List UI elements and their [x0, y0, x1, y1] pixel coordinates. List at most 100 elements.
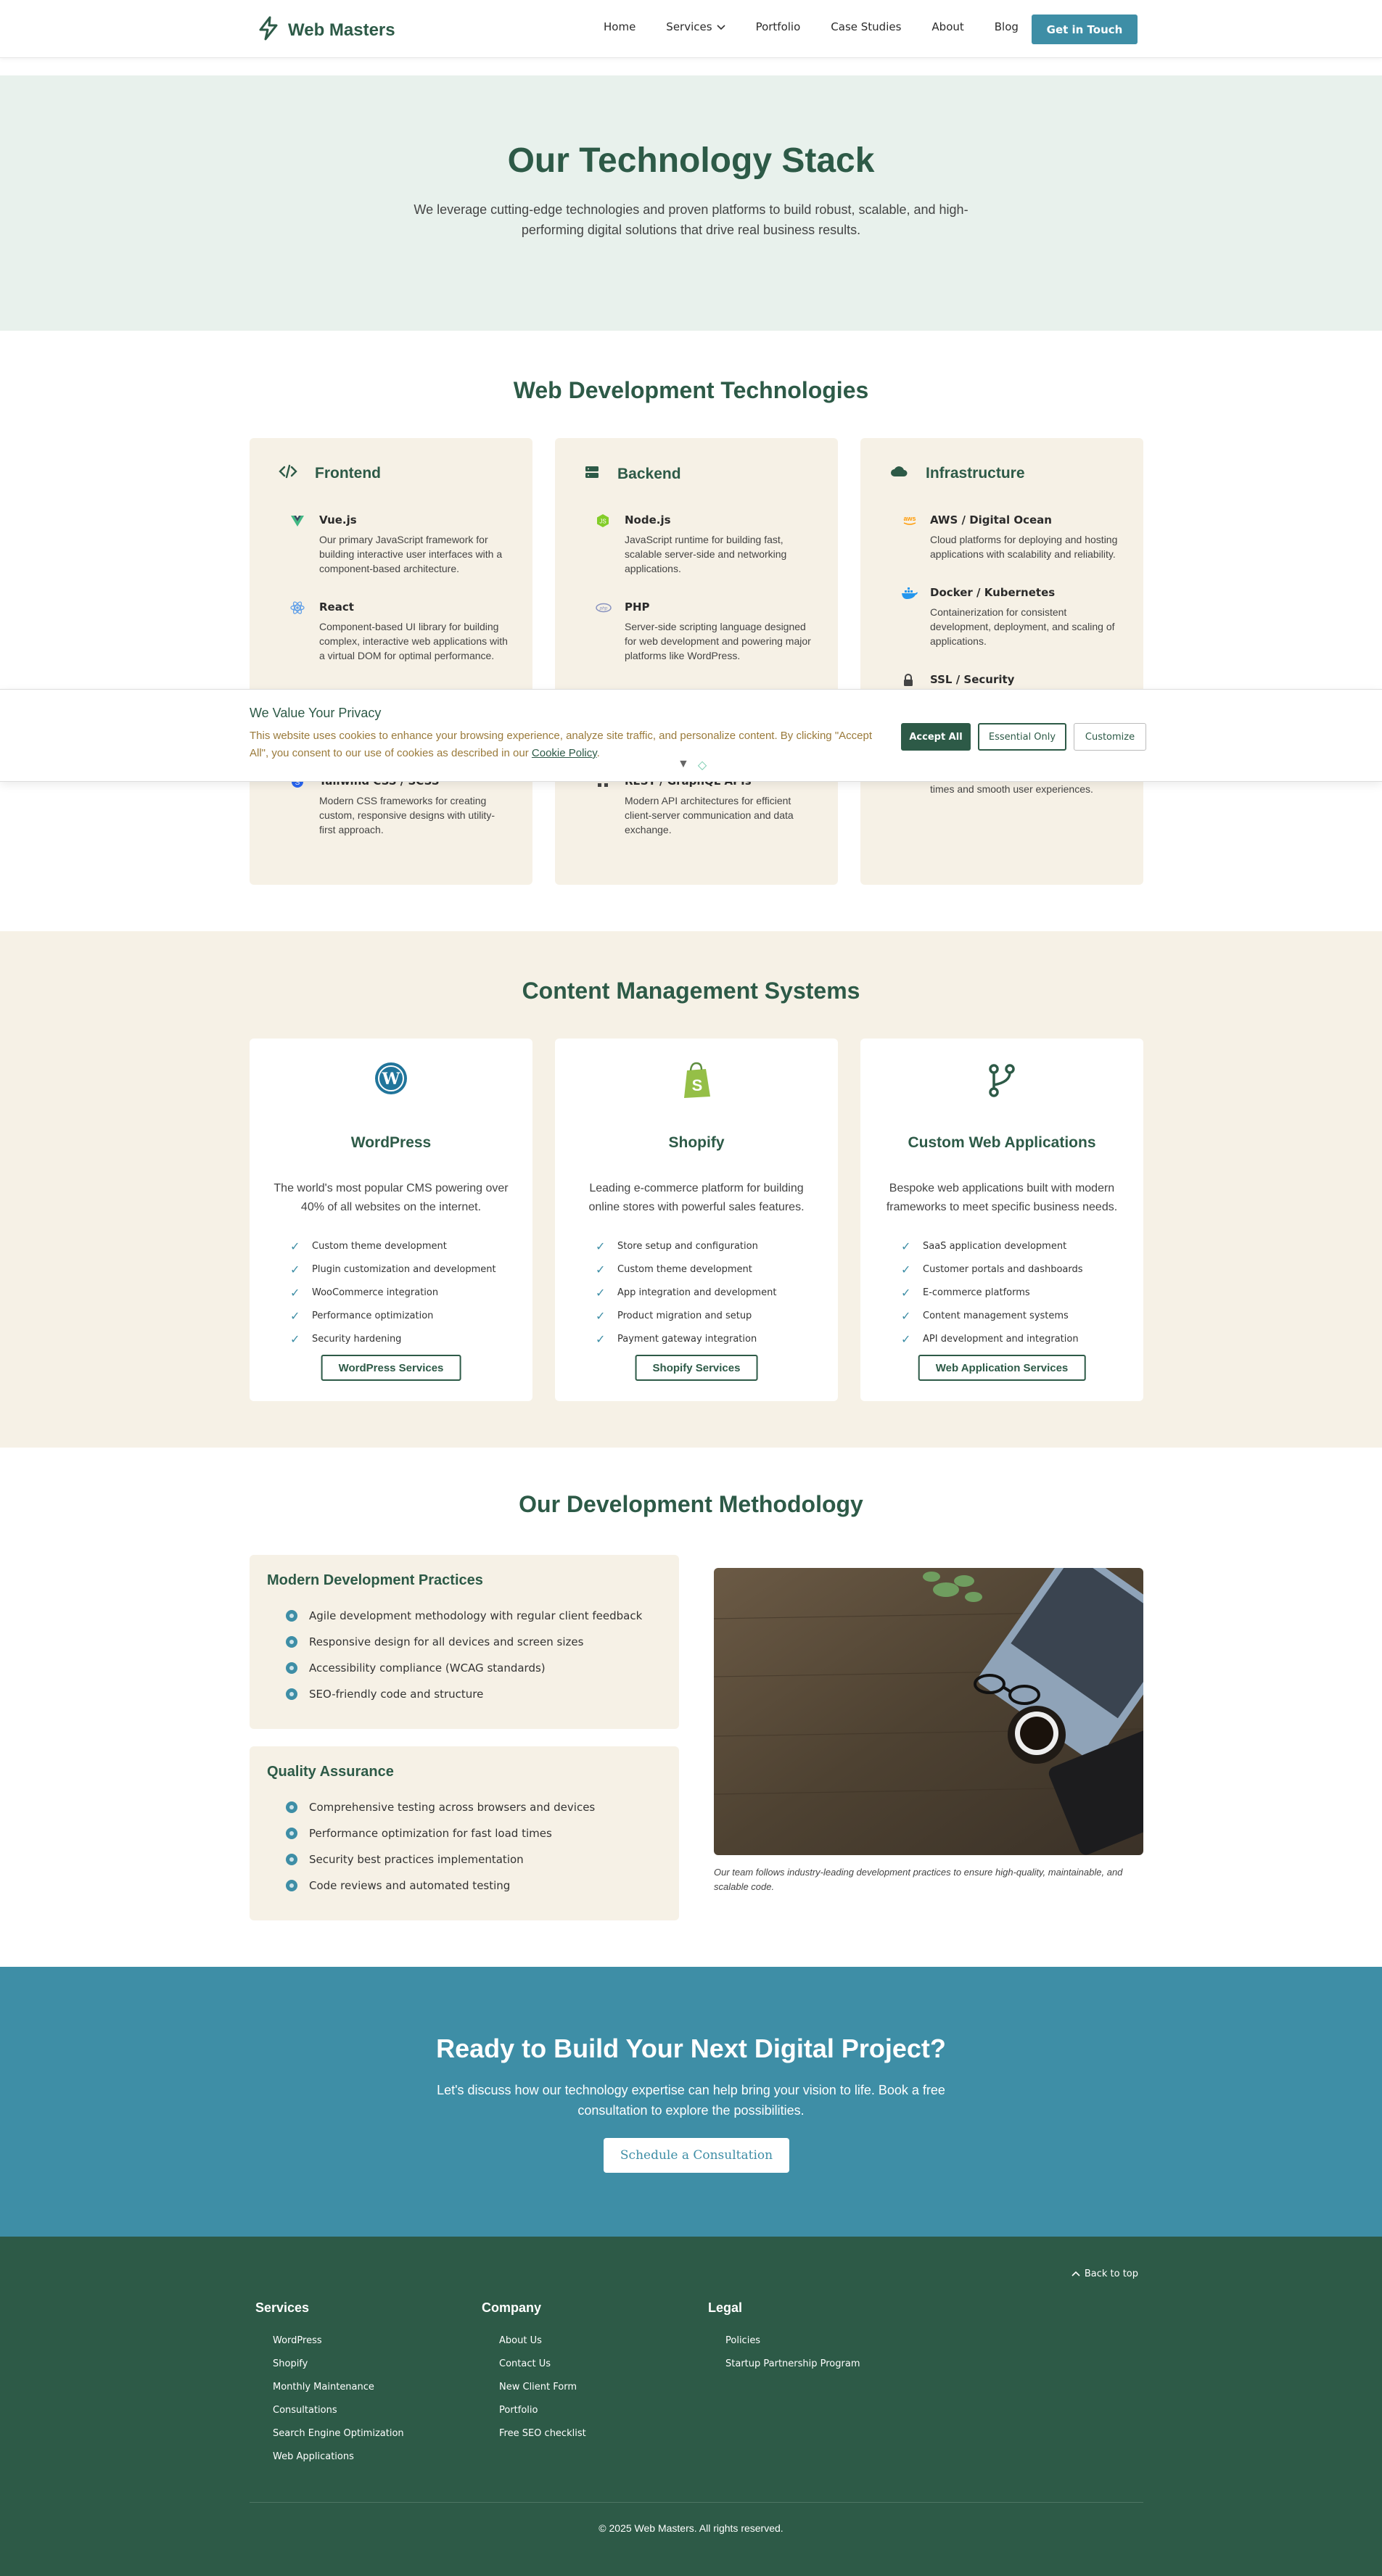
list-item-text: Agile development methodology with regul…	[309, 1609, 643, 1622]
tech-item-desc: Modern API architectures for efficient c…	[625, 795, 794, 835]
tech-item-desc: Server-side scripting language designed …	[625, 621, 811, 661]
cta-title: Ready to Build Your Next Digital Project…	[436, 2034, 946, 2063]
list-item: ✓ E-commerce platforms	[901, 1281, 1133, 1304]
cms-card-title: WordPress	[350, 1134, 432, 1151]
feature-text: API development and integration	[923, 1333, 1079, 1345]
web-application-services-button[interactable]: Web Application Services	[918, 1355, 1086, 1381]
footer-link[interactable]: New Client Form	[499, 2375, 586, 2398]
nav-link-home[interactable]: Home	[604, 20, 636, 33]
qa-card: Quality Assurance Comprehensive testing …	[250, 1746, 679, 1920]
hero-subtitle: We leverage cutting-edge technologies an…	[414, 202, 968, 237]
tech-item: Vue.js Our primary JavaScript framework …	[290, 513, 508, 576]
list-item-text: Accessibility compliance (WCAG standards…	[309, 1661, 546, 1675]
wordpress-services-button[interactable]: WordPress Services	[321, 1355, 461, 1381]
tech-item-desc: times and smooth user experiences.	[930, 783, 1093, 795]
list-item: Accessibility compliance (WCAG standards…	[286, 1655, 642, 1681]
check-icon: ✓	[596, 1308, 606, 1323]
check-icon: ✓	[596, 1285, 606, 1300]
nav-link-portfolio[interactable]: Portfolio	[756, 20, 801, 33]
nav-link-blog[interactable]: Blog	[995, 20, 1019, 33]
footer-link[interactable]: About Us	[499, 2329, 586, 2352]
cookie-actions: Accept All Essential Only Customize	[901, 723, 1146, 751]
list-item: ✓ Plugin customization and development	[290, 1258, 522, 1281]
footer-link[interactable]: Web Applications	[273, 2445, 404, 2468]
react-icon	[290, 600, 305, 615]
list-item: Code reviews and automated testing	[286, 1873, 595, 1899]
cms-card-title: Custom Web Applications	[908, 1134, 1096, 1151]
cms-section-title: Content Management Systems	[522, 978, 860, 1004]
nav-link-services[interactable]: Services	[666, 20, 725, 33]
shopify-icon: S	[678, 1060, 715, 1101]
list-item-text: Performance optimization for fast load t…	[309, 1827, 552, 1840]
list-item: Agile development methodology with regul…	[286, 1603, 642, 1629]
qa-title: Quality Assurance	[267, 1764, 394, 1780]
brand-logo[interactable]: Web Masters	[258, 16, 395, 44]
footer-link[interactable]: Consultations	[273, 2398, 404, 2422]
bullet-icon	[286, 1662, 297, 1674]
cookie-policy-link[interactable]: Cookie Policy	[532, 747, 597, 759]
hero-section: Our Technology Stack We leverage cutting…	[0, 75, 1382, 331]
footer-link[interactable]: Policies	[725, 2329, 860, 2352]
footer-link[interactable]: Monthly Maintenance	[273, 2375, 404, 2398]
bullet-icon	[286, 1610, 297, 1622]
list-item: ✓ Content management systems	[901, 1304, 1133, 1327]
bullet-icon	[286, 1828, 297, 1839]
feature-text: Payment gateway integration	[617, 1333, 757, 1345]
workspace-photo	[714, 1568, 1143, 1855]
feature-list: ✓ Custom theme development ✓ Plugin custom…	[290, 1234, 522, 1350]
list-item: ✓ Custom theme development	[596, 1258, 828, 1281]
essential-only-button[interactable]: Essential Only	[978, 723, 1066, 751]
bullet-icon	[286, 1636, 297, 1648]
footer: Back to top Services WordPress Shopify M…	[0, 2237, 1382, 2576]
feature-text: Customer portals and dashboards	[923, 1263, 1083, 1275]
feature-text: Custom theme development	[617, 1263, 752, 1275]
diamond-icon: ◇	[697, 759, 707, 772]
cookie-link-suffix: .	[596, 747, 600, 759]
cms-card-wordpress: W WordPress The world's most popular CMS…	[250, 1039, 532, 1401]
bullet-icon	[286, 1688, 297, 1700]
photo-caption: Our team follows industry-leading develo…	[714, 1867, 1123, 1892]
accept-all-button[interactable]: Accept All	[901, 723, 971, 751]
footer-col-legal: Legal Policies Startup Partnership Progr…	[708, 2300, 860, 2375]
footer-link[interactable]: Free SEO checklist	[499, 2422, 586, 2445]
tech-item: REST / GraphQL APIs Modern API architect…	[596, 775, 813, 837]
customize-button[interactable]: Customize	[1074, 723, 1146, 751]
shopify-services-button[interactable]: Shopify Services	[635, 1355, 758, 1381]
cookie-consent-banner: We Value Your Privacy This website uses …	[0, 689, 1382, 782]
footer-link[interactable]: Search Engine Optimization	[273, 2422, 404, 2445]
brand-name: Web Masters	[288, 20, 395, 40]
list-item: SEO-friendly code and structure	[286, 1681, 642, 1707]
tech-item-name: AWS / Digital Ocean	[930, 513, 1052, 527]
cookie-toggle[interactable]: ▼ ◇	[678, 758, 707, 772]
nav-link-case-studies[interactable]: Case Studies	[831, 20, 901, 33]
footer-divider	[250, 2502, 1143, 2503]
triangle-down-icon: ▼	[678, 758, 689, 770]
methodology-section-title: Our Development Methodology	[519, 1491, 863, 1517]
footer-link[interactable]: Portfolio	[499, 2398, 586, 2422]
footer-link[interactable]: Contact Us	[499, 2352, 586, 2375]
list-item: Responsive design for all devices and sc…	[286, 1629, 642, 1655]
svg-text:aws: aws	[903, 515, 916, 522]
list-item: ✓ WooCommerce integration	[290, 1281, 522, 1304]
check-icon: ✓	[290, 1285, 300, 1300]
chevron-up-icon	[1072, 2269, 1080, 2279]
tech-item-desc: Containerization for consistent developm…	[930, 606, 1115, 647]
practices-list: Agile development methodology with regul…	[286, 1603, 642, 1707]
tech-item-name: Vue.js	[319, 513, 357, 527]
nav-link-about[interactable]: About	[931, 20, 963, 33]
footer-col-title: Legal	[708, 2300, 743, 2315]
footer-link[interactable]: Startup Partnership Program	[725, 2352, 860, 2375]
get-in-touch-button[interactable]: Get in Touch	[1032, 15, 1138, 44]
tech-item: JS Node.js JavaScript runtime for buildi…	[596, 513, 813, 576]
schedule-consultation-button[interactable]: Schedule a Consultation	[604, 2138, 789, 2173]
footer-link[interactable]: Shopify	[273, 2352, 404, 2375]
lock-icon	[901, 673, 916, 688]
footer-link[interactable]: WordPress	[273, 2329, 404, 2352]
cloud-icon	[889, 464, 908, 482]
back-to-top-link[interactable]: Back to top	[1072, 2269, 1138, 2279]
feature-text: Content management systems	[923, 1310, 1069, 1321]
tech-card-infrastructure: Infrastructure aws AWS / Digital Ocean C…	[860, 438, 1143, 885]
nav-link-services-label: Services	[666, 20, 712, 33]
feature-text: WooCommerce integration	[312, 1287, 439, 1298]
practices-title: Modern Development Practices	[267, 1572, 483, 1588]
